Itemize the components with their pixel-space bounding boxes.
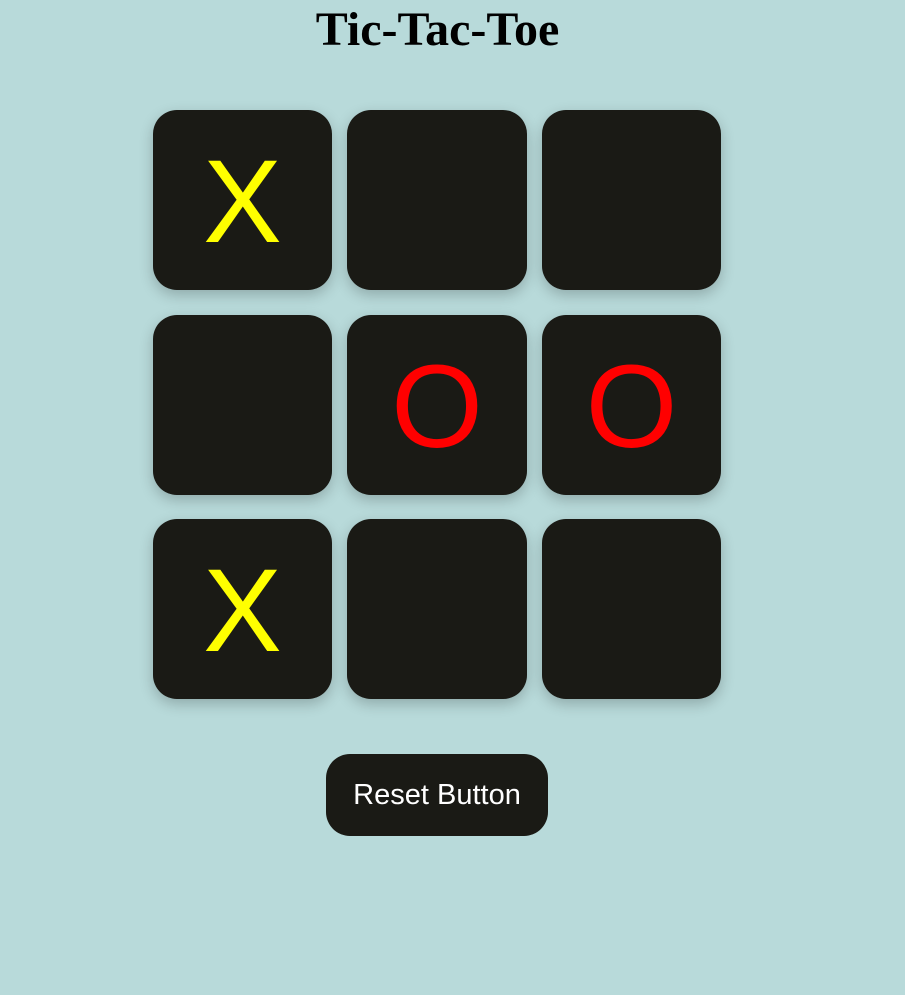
reset-button[interactable]: Reset Button [326, 754, 548, 836]
board-cell-1[interactable]: X [153, 110, 332, 290]
board-cell-8[interactable] [347, 519, 527, 699]
board-cell-9[interactable] [542, 519, 721, 699]
board-cell-5[interactable]: O [347, 314, 527, 495]
game-board: X O O X [153, 110, 721, 699]
o-mark: O [585, 340, 678, 473]
page-title: Tic-Tac-Toe [315, 3, 560, 56]
x-mark: X [203, 136, 282, 268]
board-cell-3[interactable] [542, 110, 721, 290]
x-mark: X [203, 545, 282, 677]
board-cell-2[interactable] [347, 110, 527, 290]
o-mark: O [391, 340, 483, 473]
board-cell-4[interactable] [153, 314, 332, 495]
board-cell-6[interactable]: O [542, 314, 721, 495]
board-cell-7[interactable]: X [153, 519, 332, 699]
